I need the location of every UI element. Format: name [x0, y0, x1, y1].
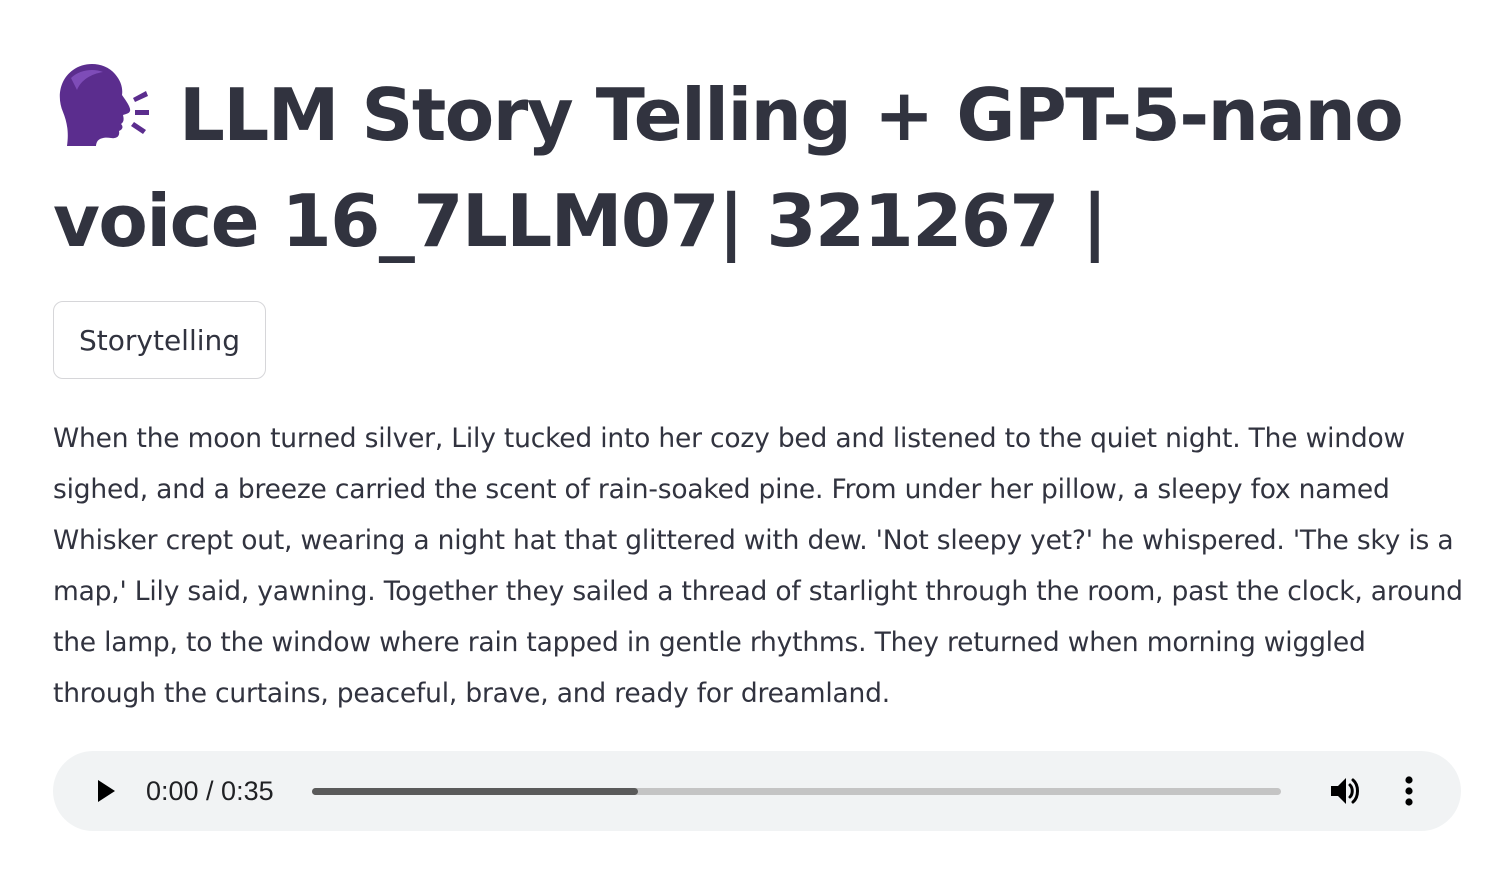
- storytelling-button[interactable]: Storytelling: [53, 301, 267, 379]
- progress-track[interactable]: [312, 788, 1281, 795]
- progress-fill: [312, 788, 638, 795]
- volume-icon: [1331, 778, 1359, 804]
- more-options-button[interactable]: [1397, 773, 1421, 809]
- page-title: LLM Story Telling + GPT-5-nano voice 16_…: [53, 58, 1461, 274]
- main-container: LLM Story Telling + GPT-5-nano voice 16_…: [53, 58, 1463, 831]
- more-vert-icon: [1405, 776, 1413, 806]
- time-display: 0:00 / 0:35: [146, 776, 274, 806]
- speaking-head-icon: [53, 58, 149, 150]
- play-icon: [98, 780, 115, 802]
- volume-button[interactable]: [1327, 773, 1363, 809]
- page-title-text: LLM Story Telling + GPT-5-nano voice 16_…: [53, 73, 1404, 263]
- story-text: When the moon turned silver, Lily tucked…: [53, 423, 1463, 709]
- play-button[interactable]: [89, 775, 121, 807]
- audio-player[interactable]: 0:00 / 0:35: [53, 751, 1461, 831]
